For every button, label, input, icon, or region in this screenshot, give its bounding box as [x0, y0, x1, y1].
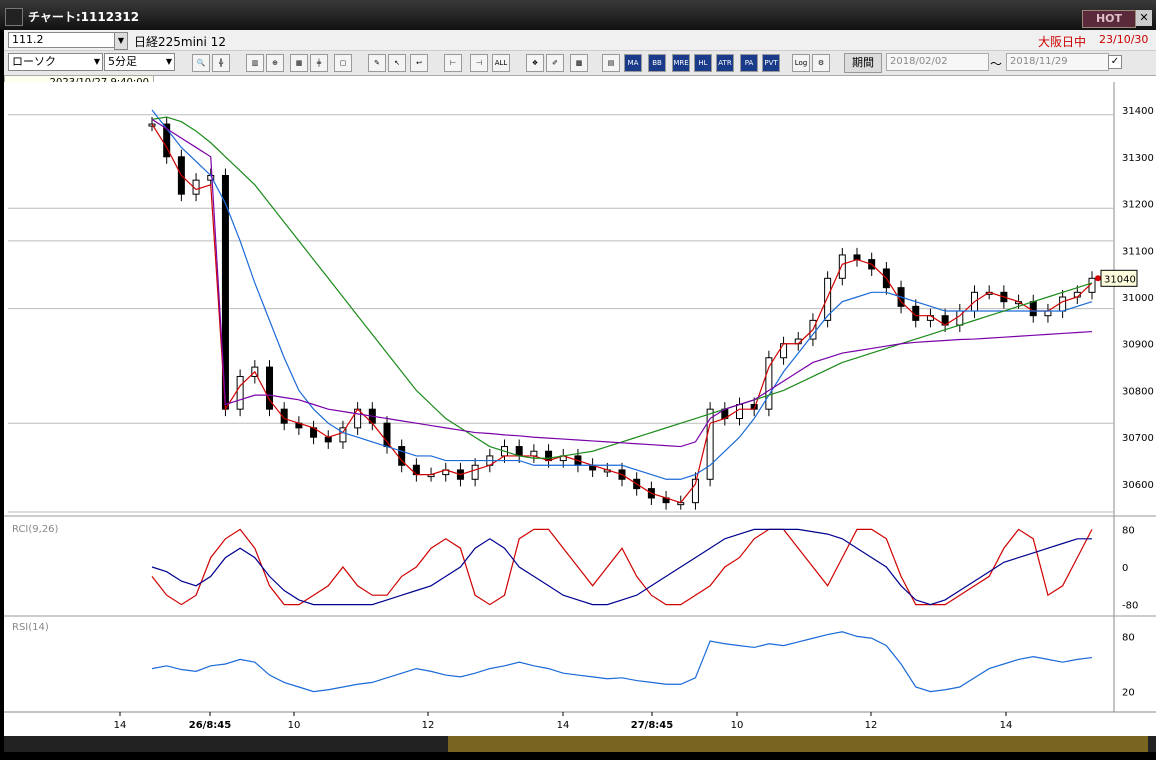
- x-tick-label: 26/8:45: [189, 720, 231, 731]
- chart-scrollbar[interactable]: [4, 736, 1156, 752]
- candle-body: [236, 375, 244, 410]
- candle-body: [838, 254, 846, 279]
- candle-body: [471, 464, 479, 480]
- chart-area[interactable]: 31400 31300 31200 31100 31000 30900 30800 30700…: [0, 0, 1156, 736]
- pane-title: RSI(14): [12, 622, 49, 633]
- y-tick-label: 80: [1122, 525, 1135, 536]
- candle-body: [545, 450, 553, 462]
- candle-body: [383, 422, 391, 448]
- y-tick-label: 30900: [1122, 340, 1154, 351]
- last-price-label: 31040: [1104, 274, 1136, 285]
- candle-body: [515, 446, 523, 457]
- x-tick-label: 12: [865, 720, 878, 731]
- x-tick-label: 10: [288, 720, 301, 731]
- x-tick-label: 14: [1000, 720, 1013, 731]
- y-tick-label: 31200: [1122, 200, 1154, 211]
- candle-body: [1059, 296, 1067, 312]
- candle-body: [780, 343, 788, 359]
- x-tick-label: 14: [114, 720, 127, 731]
- x-tick-label: 27/8:45: [631, 720, 673, 731]
- y-tick-label: 31300: [1122, 153, 1154, 164]
- candle-body: [1029, 301, 1037, 317]
- candle-body: [765, 357, 773, 410]
- candle-body: [1044, 310, 1052, 317]
- y-tick-label: 80: [1122, 632, 1135, 643]
- pane-title: RCI(9,26): [12, 524, 59, 535]
- y-tick-label: -80: [1122, 601, 1138, 612]
- y-tick-label: 30700: [1122, 433, 1154, 444]
- candle-body: [530, 450, 538, 457]
- last-price-dot: [1095, 275, 1101, 282]
- y-tick-label: 30800: [1122, 386, 1154, 397]
- candle-body: [736, 404, 743, 420]
- y-tick-label: 31100: [1122, 246, 1154, 257]
- y-tick-label: 31000: [1122, 293, 1154, 304]
- x-tick-label: 14: [557, 720, 570, 731]
- x-tick-label: 10: [731, 720, 744, 731]
- y-tick-label: 20: [1122, 688, 1135, 699]
- scrollbar-thumb[interactable]: [448, 736, 1148, 752]
- x-axis-background: [4, 712, 1156, 736]
- y-tick-label: 30600: [1122, 480, 1154, 491]
- candle-body: [853, 254, 861, 261]
- y-tick-label: 0: [1122, 563, 1128, 574]
- x-tick-label: 12: [422, 720, 435, 731]
- candle-body: [706, 408, 714, 480]
- y-tick-label: 31400: [1122, 106, 1154, 117]
- candle-body: [324, 436, 332, 443]
